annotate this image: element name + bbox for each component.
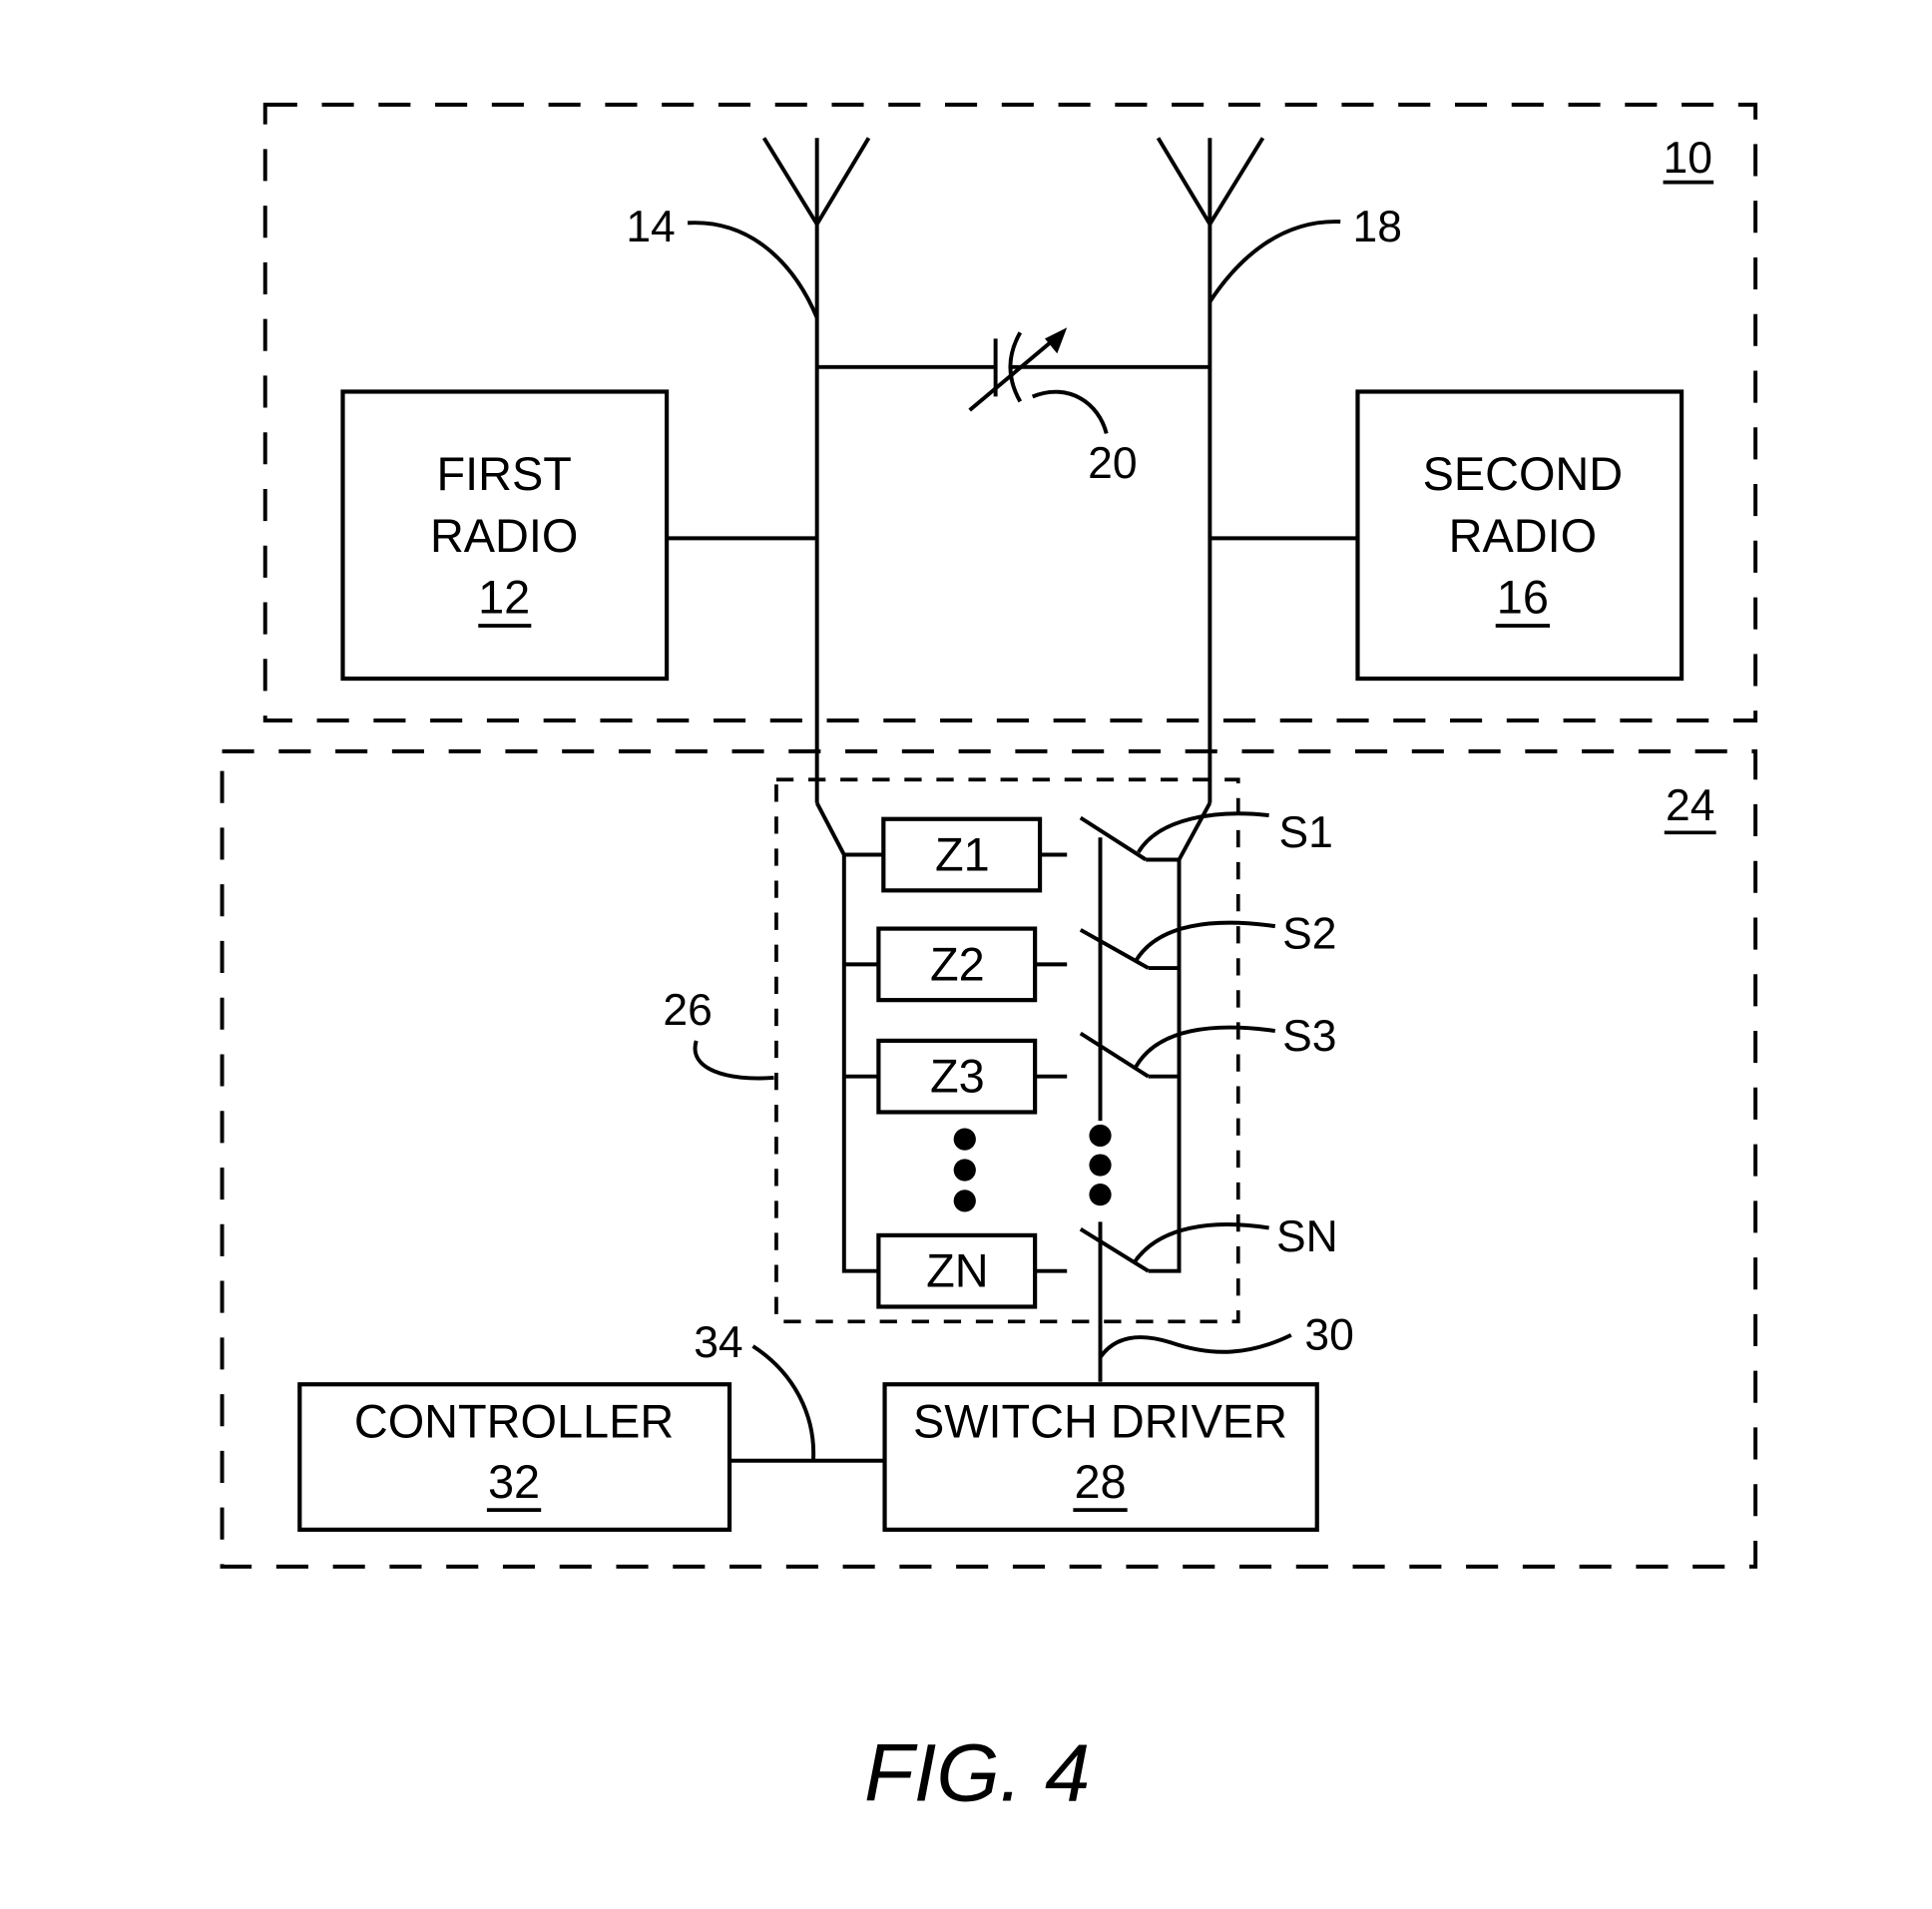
impedance-left-rail — [814, 801, 881, 1273]
switch-s1-icon — [1079, 815, 1180, 862]
first-antenna-leader-line — [687, 221, 819, 319]
controller-link-ref-label: 34 — [694, 1318, 742, 1367]
switch-driver-ref-label: 28 — [1074, 1456, 1126, 1508]
switch-label-sn: SN — [1276, 1212, 1338, 1261]
tunable-capacitor-icon — [816, 327, 1210, 412]
switch-s1-leader-line — [1137, 811, 1269, 854]
switch-label-s1: S1 — [1278, 808, 1332, 857]
switch-label-s3: S3 — [1282, 1012, 1336, 1061]
second-antenna-ref-label: 18 — [1353, 203, 1402, 251]
switch-sn-leader-line — [1132, 1222, 1269, 1265]
first-radio-label-line2: RADIO — [430, 510, 578, 562]
controller-label: CONTROLLER — [354, 1395, 674, 1447]
tunable-capacitor-leader-line — [1031, 389, 1109, 434]
second-radio-label-line1: SECOND — [1423, 448, 1624, 500]
first-radio-label-line1: FIRST — [436, 448, 571, 500]
impedance-ellipsis-icon — [953, 1128, 976, 1212]
patent-diagram: 10 14 18 20 FIRST RADIO 12 SECOND RADIO … — [220, 102, 1758, 1818]
control-bus-leader-line — [1098, 1333, 1292, 1359]
controller-link-leader-line — [751, 1344, 816, 1461]
device-ref-label: 10 — [1664, 134, 1712, 183]
second-radio-ref-label: 16 — [1497, 572, 1549, 624]
figure-caption: FIG. 4 — [864, 1727, 1090, 1818]
tuning-circuit-ref-label: 24 — [1666, 781, 1714, 830]
switch-s2-leader-line — [1134, 920, 1276, 962]
switch-right-rail — [1148, 801, 1212, 1273]
switch-sn-icon — [1079, 1227, 1150, 1273]
tunable-capacitor-ref-label: 20 — [1088, 439, 1137, 488]
impedance-label-z1: Z1 — [935, 829, 990, 881]
impedance-label-z2: Z2 — [930, 938, 985, 990]
impedance-network-leader-line — [693, 1040, 774, 1081]
switch-ellipsis-icon — [1089, 1124, 1112, 1206]
impedance-label-zn: ZN — [926, 1245, 989, 1297]
switch-s3-leader-line — [1134, 1025, 1276, 1068]
second-radio-label-line2: RADIO — [1449, 510, 1597, 562]
switch-driver-label: SWITCH DRIVER — [913, 1395, 1287, 1447]
controller-ref-label: 32 — [488, 1456, 540, 1508]
second-antenna-icon — [1156, 137, 1265, 803]
control-bus-ref-label: 30 — [1304, 1311, 1353, 1360]
impedance-network-ref-label: 26 — [663, 986, 712, 1035]
first-radio-ref-label: 12 — [478, 572, 530, 624]
impedance-label-z3: Z3 — [930, 1051, 985, 1103]
switch-label-s2: S2 — [1282, 909, 1336, 958]
second-antenna-leader-line — [1208, 220, 1341, 303]
first-antenna-icon — [761, 137, 871, 803]
first-antenna-ref-label: 14 — [626, 203, 675, 251]
